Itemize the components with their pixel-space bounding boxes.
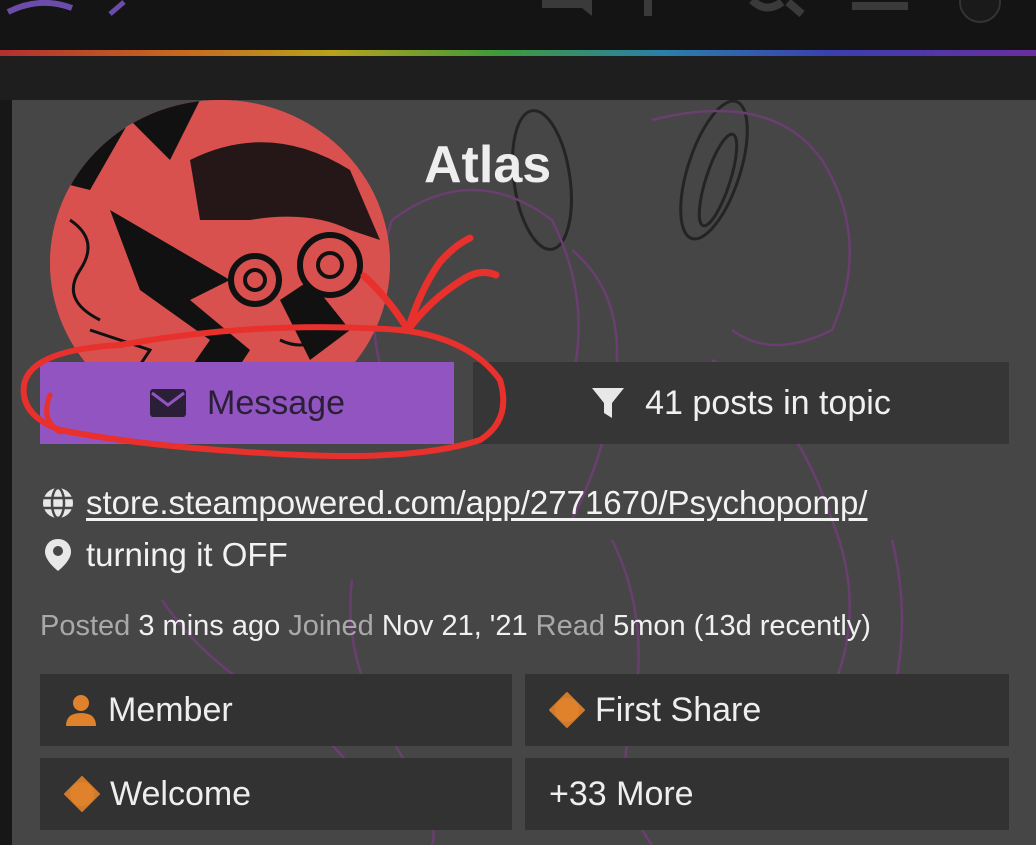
menu-icon[interactable] — [850, 0, 910, 14]
posted-label: Posted — [40, 610, 131, 642]
posts-in-topic-label: 41 posts in topic — [645, 383, 891, 422]
badge-label: Welcome — [110, 774, 252, 813]
posts-in-topic-button[interactable]: 41 posts in topic — [473, 362, 1009, 444]
header-band — [0, 56, 1036, 100]
badge-member[interactable]: Member — [40, 674, 512, 746]
badge-welcome[interactable]: Welcome — [40, 758, 512, 830]
read-value: 5mon (13d recently) — [613, 610, 871, 642]
badge-icon — [64, 776, 100, 812]
badge-icon — [549, 692, 585, 728]
avatar-icon[interactable] — [950, 0, 1010, 24]
read-label: Read — [535, 610, 605, 642]
website-row: store.steampowered.com/app/2771670/Psych… — [40, 484, 867, 522]
location-text: turning it OFF — [86, 536, 288, 573]
top-nav-bar — [0, 0, 1036, 50]
website-link[interactable]: store.steampowered.com/app/2771670/Psych… — [86, 484, 867, 522]
location-pin-icon — [40, 538, 76, 572]
chat-icon[interactable] — [540, 0, 600, 18]
search-icon[interactable] — [748, 0, 812, 18]
filter-icon — [591, 386, 625, 420]
logo-icon[interactable] — [0, 0, 140, 20]
badge-more[interactable]: +33 More — [525, 758, 1009, 830]
envelope-icon — [149, 388, 187, 418]
message-button-label: Message — [207, 383, 345, 422]
badge-label: Member — [108, 690, 233, 729]
profile-username: Atlas — [424, 136, 552, 194]
user-icon — [64, 693, 98, 727]
message-button[interactable]: Message — [40, 362, 454, 444]
joined-value: Nov 21, '21 — [381, 610, 528, 642]
location-row: turning it OFF — [40, 536, 288, 574]
badge-label: +33 More — [549, 774, 694, 813]
joined-label: Joined — [288, 610, 374, 642]
activity-stats: Posted 3 mins ago Joined Nov 21, '21 Rea… — [40, 610, 871, 643]
globe-icon — [40, 486, 76, 520]
pin-icon[interactable] — [636, 0, 660, 18]
badge-first-share[interactable]: First Share — [525, 674, 1009, 746]
posted-value: 3 mins ago — [138, 610, 281, 642]
badge-label: First Share — [595, 690, 762, 729]
